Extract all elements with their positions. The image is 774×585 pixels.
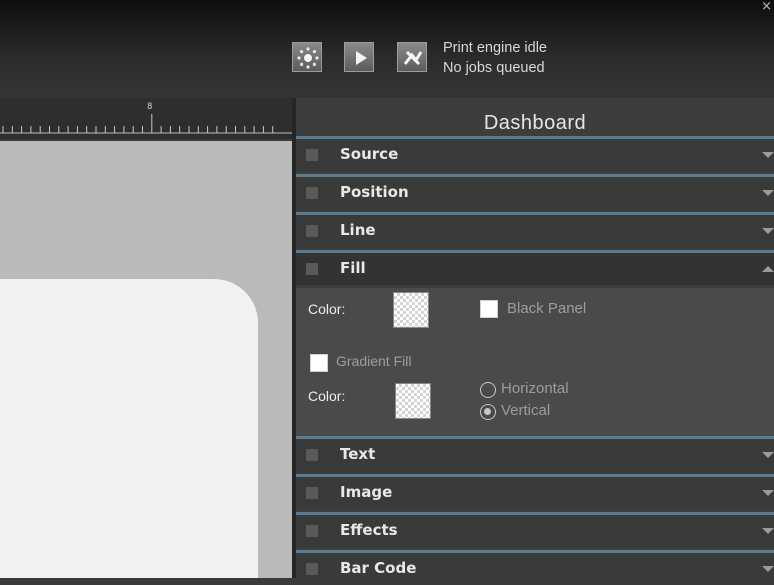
section-square-icon xyxy=(306,225,318,237)
section-square-icon xyxy=(306,563,318,575)
fill-section-body: Color: Black Panel Gradient Fill Color: … xyxy=(296,288,774,436)
section-label: Image xyxy=(340,483,393,501)
close-icon[interactable]: × xyxy=(761,0,772,14)
card-page[interactable] xyxy=(0,279,258,578)
dashboard-title: Dashboard xyxy=(483,112,587,134)
horizontal-radio[interactable] xyxy=(480,382,496,398)
black-panel-label: Black Panel xyxy=(507,300,587,317)
status-line-2: No jobs queued xyxy=(443,60,545,76)
chevron-down-icon xyxy=(762,152,774,158)
gradient-color-swatch[interactable] xyxy=(395,383,431,419)
horizontal-label: Horizontal xyxy=(501,380,569,397)
cancel-x-icon xyxy=(403,50,423,66)
section-source[interactable]: Source xyxy=(296,136,774,171)
print-status: Print engine idle No jobs queued xyxy=(443,38,547,78)
vertical-label: Vertical xyxy=(501,402,551,419)
gradient-fill-label: Gradient Fill xyxy=(336,353,412,369)
vertical-radio[interactable] xyxy=(480,404,496,420)
status-line-1: Print engine idle xyxy=(443,40,547,56)
section-effects[interactable]: Effects xyxy=(296,512,774,547)
section-line[interactable]: Line xyxy=(296,212,774,247)
settings-button[interactable] xyxy=(292,42,322,72)
section-square-icon xyxy=(306,187,318,199)
gradient-fill-checkbox[interactable] xyxy=(310,354,328,372)
section-label: Bar Code xyxy=(340,559,417,577)
section-label: Fill xyxy=(340,259,366,277)
section-image[interactable]: Image xyxy=(296,474,774,509)
chevron-down-icon xyxy=(762,528,774,534)
dashboard-panel: Dashboard Source Position Line Fill Colo… xyxy=(296,98,774,585)
section-label: Source xyxy=(340,145,399,163)
section-label: Line xyxy=(340,221,376,239)
section-label: Effects xyxy=(340,521,398,539)
chevron-down-icon xyxy=(762,228,774,234)
section-text[interactable]: Text xyxy=(296,436,774,471)
ruler-ticks xyxy=(0,114,292,134)
black-panel-checkbox[interactable] xyxy=(480,300,498,318)
radio-selected-dot xyxy=(484,408,491,415)
section-square-icon xyxy=(306,149,318,161)
chevron-down-icon xyxy=(762,452,774,458)
chevron-down-icon xyxy=(762,566,774,572)
fill-color-label: Color: xyxy=(308,301,346,317)
section-fill[interactable]: Fill xyxy=(296,250,774,285)
cancel-button[interactable] xyxy=(397,42,427,72)
design-canvas[interactable] xyxy=(0,141,292,578)
ruler-mark-label: 8 xyxy=(147,102,153,112)
section-label: Text xyxy=(340,445,376,463)
horizontal-ruler: 8 xyxy=(0,98,292,139)
section-square-icon xyxy=(306,449,318,461)
play-button[interactable] xyxy=(344,42,374,72)
section-square-icon xyxy=(306,487,318,499)
play-icon xyxy=(356,51,367,65)
section-square-icon xyxy=(306,525,318,537)
gradient-color-label: Color: xyxy=(308,388,346,404)
chevron-up-icon xyxy=(762,266,774,272)
sun-gear-icon xyxy=(297,47,319,69)
section-barcode[interactable]: Bar Code xyxy=(296,550,774,585)
top-toolbar: × Print engine idle No jobs queued xyxy=(0,0,774,98)
section-position[interactable]: Position xyxy=(296,174,774,209)
section-square-icon xyxy=(306,263,318,275)
fill-color-swatch[interactable] xyxy=(393,292,429,328)
chevron-down-icon xyxy=(762,490,774,496)
chevron-down-icon xyxy=(762,190,774,196)
section-label: Position xyxy=(340,183,409,201)
